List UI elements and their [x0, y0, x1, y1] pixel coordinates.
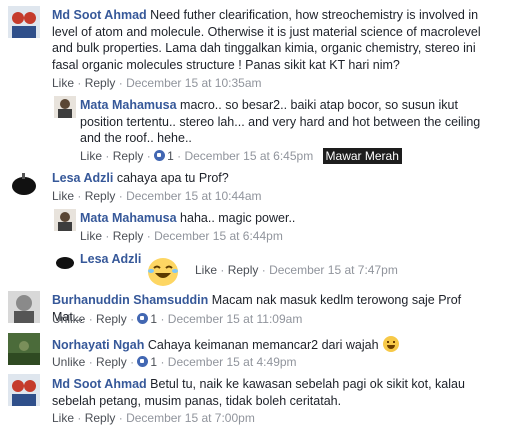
separator: ·	[77, 76, 82, 90]
reply-link[interactable]: Reply	[113, 149, 144, 163]
avatar-image	[8, 6, 40, 38]
like-link[interactable]: Like	[80, 229, 102, 243]
separator: ·	[105, 149, 110, 163]
separator: ·	[130, 312, 135, 326]
comment-body: Mata Mahamusa haha.. magic power..	[80, 210, 490, 227]
comment-actions: Like · Reply · December 15 at 10:44am	[52, 188, 262, 204]
comment-text: Cahaya keimanan memancar2 dari wajah	[147, 338, 379, 352]
comment-actions: Like · Reply · December 15 at 6:44pm	[80, 228, 283, 244]
tag-label: Mawar Merah	[322, 148, 402, 164]
avatar-image	[54, 209, 76, 231]
like-link[interactable]: Like	[195, 263, 217, 277]
comment-body: Md Soot Ahmad Need futher clearification…	[52, 7, 492, 73]
separator: ·	[160, 355, 165, 369]
avatar-image	[54, 250, 76, 272]
separator: ·	[77, 189, 82, 203]
unlike-link[interactable]: Unlike	[52, 355, 85, 369]
comment-body: Mata Mahamusa macro.. so besar2.. baiki …	[80, 97, 490, 147]
unlike-link[interactable]: Unlike	[52, 312, 85, 326]
comment-body: Md Soot Ahmad Betul tu, naik ke kawasan …	[52, 376, 492, 409]
timestamp[interactable]: December 15 at 7:00pm	[126, 411, 255, 425]
comment-author[interactable]: Burhanuddin Shamsuddin	[52, 293, 208, 307]
reply-link[interactable]: Reply	[85, 411, 116, 425]
comment-author[interactable]: Mata Mahamusa	[80, 211, 177, 225]
avatar[interactable]	[8, 291, 40, 323]
comment-body: Norhayati Ngah Cahaya keimanan memancar2…	[52, 336, 492, 354]
separator: ·	[105, 229, 110, 243]
like-reaction-icon	[137, 356, 149, 367]
comment-author-line: Lesa Adzli	[80, 251, 141, 268]
comment-actions: Like · Reply · December 15 at 7:00pm	[52, 410, 255, 426]
separator: ·	[220, 263, 225, 277]
comment-author[interactable]: Lesa Adzli	[80, 252, 141, 266]
separator: ·	[77, 411, 82, 425]
timestamp[interactable]: December 15 at 7:47pm	[269, 263, 398, 277]
comment-actions: Unlike · Reply · 1 · December 15 at 11:0…	[52, 311, 302, 327]
like-reaction-icon	[137, 313, 149, 324]
separator: ·	[88, 312, 93, 326]
reply-link[interactable]: Reply	[85, 76, 116, 90]
timestamp[interactable]: December 15 at 10:35am	[126, 76, 261, 90]
laughing-sticker	[145, 256, 181, 291]
avatar[interactable]	[54, 96, 76, 118]
separator: ·	[261, 263, 266, 277]
separator: ·	[88, 355, 93, 369]
like-reaction-icon	[154, 150, 166, 161]
reply-link[interactable]: Reply	[85, 189, 116, 203]
comment-author[interactable]: Lesa Adzli	[52, 171, 113, 185]
separator: ·	[160, 312, 165, 326]
comment-actions: Unlike · Reply · 1 · December 15 at 4:49…	[52, 354, 297, 370]
like-link[interactable]: Like	[52, 411, 74, 425]
like-link[interactable]: Like	[52, 76, 74, 90]
separator: ·	[118, 189, 123, 203]
reply-link[interactable]: Reply	[96, 312, 127, 326]
reaction-count[interactable]: 1	[167, 149, 174, 163]
reply-link[interactable]: Reply	[96, 355, 127, 369]
separator: ·	[146, 229, 151, 243]
comment-body: Lesa Adzli cahaya apa tu Prof?	[52, 170, 492, 187]
comment-actions: Like · Reply · December 15 at 10:35am	[52, 75, 262, 91]
separator: ·	[118, 76, 123, 90]
separator: ·	[146, 149, 151, 163]
comment-author[interactable]: Mata Mahamusa	[80, 98, 177, 112]
timestamp[interactable]: December 15 at 4:49pm	[168, 355, 297, 369]
avatar[interactable]	[8, 374, 40, 406]
separator: ·	[118, 411, 123, 425]
reply-link[interactable]: Reply	[113, 229, 144, 243]
reply-link[interactable]: Reply	[228, 263, 259, 277]
comment-author[interactable]: Md Soot Ahmad	[52, 377, 147, 391]
separator: ·	[130, 355, 135, 369]
avatar-image	[8, 291, 40, 323]
timestamp[interactable]: December 15 at 6:45pm	[184, 149, 313, 163]
avatar[interactable]	[54, 209, 76, 231]
comment-actions: Like · Reply · December 15 at 7:47pm	[195, 262, 398, 278]
comment-text: haha.. magic power..	[180, 211, 296, 225]
separator: ·	[177, 149, 182, 163]
timestamp[interactable]: December 15 at 11:09am	[168, 312, 303, 326]
avatar-image	[8, 333, 40, 365]
like-link[interactable]: Like	[52, 189, 74, 203]
reaction-count[interactable]: 1	[150, 312, 157, 326]
avatar[interactable]	[8, 333, 40, 365]
comment-author[interactable]: Md Soot Ahmad	[52, 8, 147, 22]
timestamp[interactable]: December 15 at 10:44am	[126, 189, 261, 203]
like-link[interactable]: Like	[80, 149, 102, 163]
avatar[interactable]	[8, 168, 40, 200]
comment-text: cahaya apa tu Prof?	[116, 171, 229, 185]
reaction-count[interactable]: 1	[150, 355, 157, 369]
timestamp[interactable]: December 15 at 6:44pm	[154, 229, 283, 243]
comment-author[interactable]: Norhayati Ngah	[52, 338, 144, 352]
avatar-image	[8, 168, 40, 200]
avatar-image	[8, 374, 40, 406]
avatar-image	[54, 96, 76, 118]
comment-actions: Like · Reply · 1 · December 15 at 6:45pm…	[80, 148, 402, 164]
grinning-emoji-icon	[382, 336, 399, 352]
avatar[interactable]	[54, 250, 76, 272]
avatar[interactable]	[8, 6, 40, 38]
laughing-sticker-icon	[148, 258, 178, 286]
